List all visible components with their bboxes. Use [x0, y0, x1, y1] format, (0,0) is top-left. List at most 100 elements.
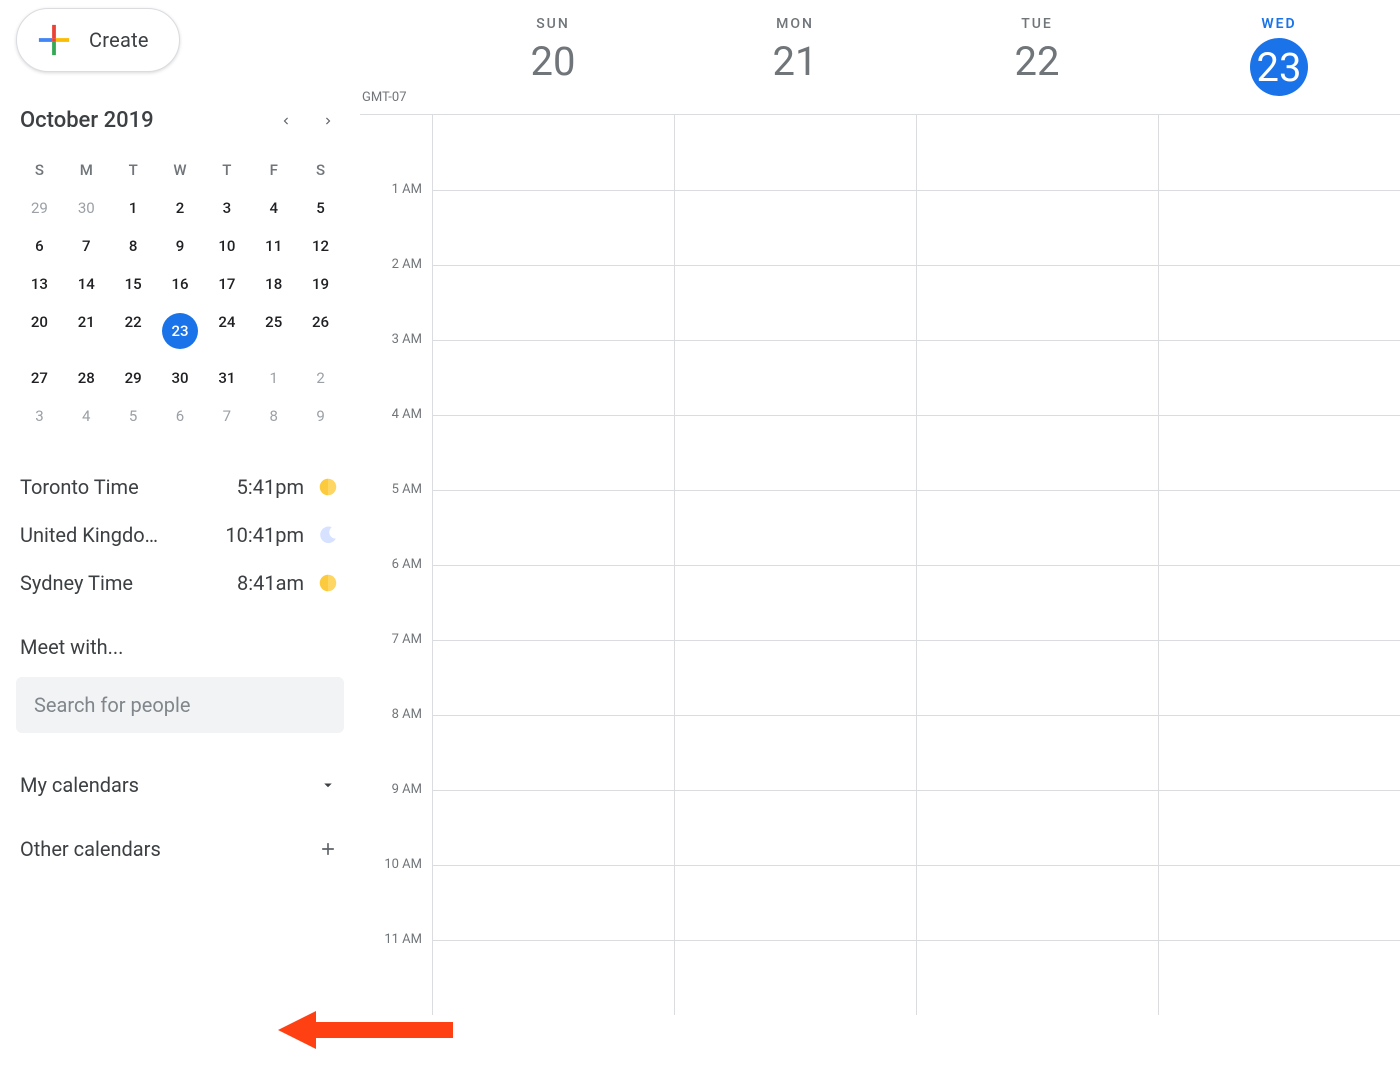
- calendar-cell[interactable]: [916, 265, 1158, 340]
- mini-day[interactable]: 2: [297, 359, 344, 397]
- calendar-cell[interactable]: [432, 865, 674, 940]
- mini-day[interactable]: 13: [16, 265, 63, 303]
- mini-day[interactable]: 5: [297, 189, 344, 227]
- mini-day[interactable]: 17: [203, 265, 250, 303]
- mini-day[interactable]: 30: [63, 189, 110, 227]
- mini-day[interactable]: 6: [157, 397, 204, 435]
- calendar-cell[interactable]: [674, 940, 916, 1015]
- calendar-cell[interactable]: [1158, 265, 1400, 340]
- calendar-cell[interactable]: [432, 190, 674, 265]
- mini-day[interactable]: 15: [110, 265, 157, 303]
- prev-month-button[interactable]: [274, 109, 298, 133]
- calendar-cell[interactable]: [916, 340, 1158, 415]
- mini-day[interactable]: 29: [16, 189, 63, 227]
- world-clock-row[interactable]: United Kingdo…10:41pm: [20, 511, 340, 559]
- mini-day[interactable]: 31: [203, 359, 250, 397]
- mini-day[interactable]: 2: [157, 189, 204, 227]
- calendar-cell[interactable]: [1158, 865, 1400, 940]
- next-month-button[interactable]: [316, 109, 340, 133]
- mini-day[interactable]: 5: [110, 397, 157, 435]
- calendar-cell[interactable]: [1158, 490, 1400, 565]
- calendar-cell[interactable]: [1158, 340, 1400, 415]
- day-column-header[interactable]: SUN20: [432, 0, 674, 114]
- calendar-cell[interactable]: [674, 715, 916, 790]
- mini-day[interactable]: 26: [297, 303, 344, 359]
- calendar-cell[interactable]: [674, 865, 916, 940]
- world-clock-row[interactable]: Toronto Time5:41pm: [20, 463, 340, 511]
- calendar-cell[interactable]: [916, 490, 1158, 565]
- mini-day[interactable]: 27: [16, 359, 63, 397]
- calendar-cell[interactable]: [1158, 715, 1400, 790]
- calendar-cell[interactable]: [432, 790, 674, 865]
- mini-day[interactable]: 20: [16, 303, 63, 359]
- calendar-cell[interactable]: [1158, 790, 1400, 865]
- mini-day[interactable]: 11: [250, 227, 297, 265]
- mini-day[interactable]: 30: [157, 359, 204, 397]
- mini-day[interactable]: 3: [16, 397, 63, 435]
- mini-day[interactable]: 9: [297, 397, 344, 435]
- calendar-cell[interactable]: [916, 940, 1158, 1015]
- mini-day[interactable]: 6: [16, 227, 63, 265]
- create-button[interactable]: Create: [16, 8, 180, 72]
- calendar-cell[interactable]: [674, 565, 916, 640]
- calendar-cell[interactable]: [674, 640, 916, 715]
- mini-day[interactable]: 4: [63, 397, 110, 435]
- mini-day[interactable]: 7: [63, 227, 110, 265]
- calendar-cell[interactable]: [916, 865, 1158, 940]
- calendar-cell[interactable]: [1158, 115, 1400, 190]
- calendar-cell[interactable]: [916, 115, 1158, 190]
- day-column-header[interactable]: MON21: [674, 0, 916, 114]
- mini-day[interactable]: 1: [250, 359, 297, 397]
- calendar-cell[interactable]: [432, 115, 674, 190]
- calendar-cell[interactable]: [916, 415, 1158, 490]
- calendar-cell[interactable]: [432, 415, 674, 490]
- add-other-calendar-button[interactable]: [316, 837, 340, 861]
- mini-day[interactable]: 22: [110, 303, 157, 359]
- mini-day[interactable]: 9: [157, 227, 204, 265]
- calendar-cell[interactable]: [432, 715, 674, 790]
- mini-day[interactable]: 28: [63, 359, 110, 397]
- mini-day[interactable]: 18: [250, 265, 297, 303]
- hour-grid[interactable]: 1 AM2 AM3 AM4 AM5 AM6 AM7 AM8 AM9 AM10 A…: [360, 115, 1400, 1015]
- mini-day[interactable]: 3: [203, 189, 250, 227]
- calendar-cell[interactable]: [674, 790, 916, 865]
- calendar-cell[interactable]: [432, 940, 674, 1015]
- calendar-cell[interactable]: [674, 490, 916, 565]
- search-people-input[interactable]: Search for people: [16, 677, 344, 733]
- mini-day[interactable]: 12: [297, 227, 344, 265]
- calendar-cell[interactable]: [674, 265, 916, 340]
- mini-day[interactable]: 16: [157, 265, 204, 303]
- mini-day[interactable]: 8: [250, 397, 297, 435]
- calendar-cell[interactable]: [1158, 565, 1400, 640]
- calendar-cell[interactable]: [432, 340, 674, 415]
- mini-day[interactable]: 25: [250, 303, 297, 359]
- mini-day[interactable]: 4: [250, 189, 297, 227]
- calendar-cell[interactable]: [432, 490, 674, 565]
- calendar-cell[interactable]: [432, 565, 674, 640]
- mini-day[interactable]: 14: [63, 265, 110, 303]
- calendar-cell[interactable]: [916, 715, 1158, 790]
- mini-day[interactable]: 21: [63, 303, 110, 359]
- calendar-cell[interactable]: [674, 340, 916, 415]
- mini-day[interactable]: 7: [203, 397, 250, 435]
- mini-day[interactable]: 8: [110, 227, 157, 265]
- mini-day[interactable]: 19: [297, 265, 344, 303]
- calendar-cell[interactable]: [432, 265, 674, 340]
- calendar-cell[interactable]: [1158, 415, 1400, 490]
- calendar-cell[interactable]: [916, 190, 1158, 265]
- mini-day[interactable]: 1: [110, 189, 157, 227]
- day-column-header[interactable]: TUE22: [916, 0, 1158, 114]
- calendar-cell[interactable]: [916, 790, 1158, 865]
- calendar-cell[interactable]: [432, 640, 674, 715]
- world-clock-row[interactable]: Sydney Time8:41am: [20, 559, 340, 607]
- calendar-cell[interactable]: [674, 415, 916, 490]
- calendar-cell[interactable]: [916, 640, 1158, 715]
- calendar-cell[interactable]: [1158, 640, 1400, 715]
- mini-day[interactable]: 24: [203, 303, 250, 359]
- other-calendars-section[interactable]: Other calendars: [16, 837, 344, 861]
- mini-day[interactable]: 10: [203, 227, 250, 265]
- calendar-cell[interactable]: [1158, 940, 1400, 1015]
- calendar-cell[interactable]: [674, 190, 916, 265]
- mini-day[interactable]: 29: [110, 359, 157, 397]
- calendar-cell[interactable]: [916, 565, 1158, 640]
